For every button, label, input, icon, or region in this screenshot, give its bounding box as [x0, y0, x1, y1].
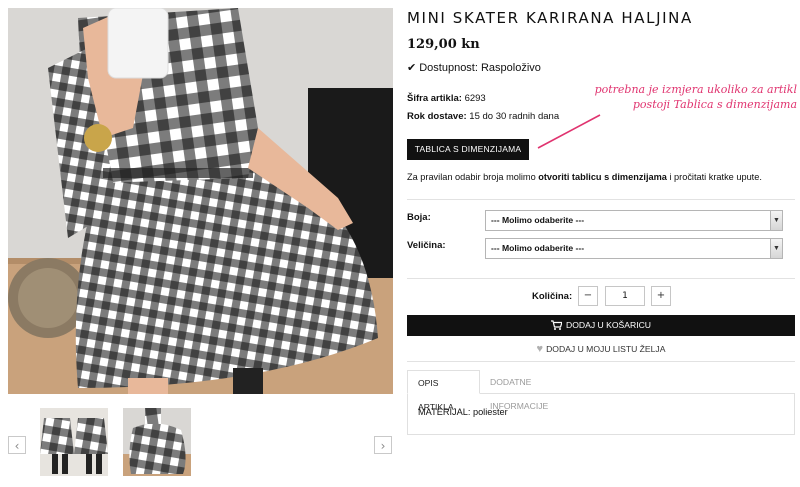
product-info: MINI SKATER KARIRANA HALJINA 129,00 kn ✔… — [407, 0, 797, 487]
sku: Šifra artikla: 6293 — [407, 93, 486, 104]
size-select-value: --- Molimo odaberite --- — [491, 243, 585, 253]
add-to-cart-button[interactable]: DODAJ U KOŠARICU — [407, 315, 795, 336]
wishlist-link[interactable]: ♥ DODAJ U MOJU LISTU ŽELJA — [407, 343, 795, 355]
annotation-note: potrebna je izmjera ukoliko za artikl po… — [547, 82, 797, 112]
chevron-left-icon[interactable]: ‹ — [8, 436, 26, 454]
divider — [407, 278, 795, 279]
size-instructions: Za pravilan odabir broja molimo otvoriti… — [407, 172, 795, 182]
wishlist-label: DODAJ U MOJU LISTU ŽELJA — [546, 344, 666, 354]
chevron-down-icon: ▼ — [770, 239, 782, 258]
cart-icon — [551, 320, 563, 330]
annotation-line-1: potrebna je izmjera ukoliko za artikl — [594, 83, 797, 96]
tab-description[interactable]: OPIS ARTIKLA — [407, 370, 480, 412]
chevron-right-icon[interactable]: › — [374, 436, 392, 454]
annotation-line-2: postoji Tablica s dimenzijama — [632, 98, 797, 111]
availability: ✔ Dostupnost: Raspoloživo — [407, 61, 541, 74]
product-tabs: OPIS ARTIKLA DODATNE INFORMACIJE MATERIJ… — [407, 370, 795, 436]
annotation-arrow — [537, 114, 601, 149]
size-table-button[interactable]: TABLICA S DIMENZIJAMA — [407, 139, 529, 160]
chevron-down-icon: ▼ — [770, 211, 782, 230]
quantity-label: Količina: — [532, 291, 573, 302]
product-price: 129,00 kn — [407, 37, 480, 52]
instructions-text-end: i pročitati kratke upute. — [666, 172, 762, 182]
main-product-image[interactable] — [8, 8, 393, 394]
divider — [407, 199, 795, 200]
sku-value: 6293 — [464, 93, 486, 104]
divider — [407, 361, 795, 362]
sku-label: Šifra artikla: — [407, 93, 462, 104]
tab-panel: MATERIJAL: poliester — [407, 393, 795, 435]
size-label: Veličina: — [407, 240, 446, 251]
tab-additional-info[interactable]: DODATNE INFORMACIJE — [480, 370, 590, 411]
check-icon: ✔ — [407, 62, 417, 74]
quantity-decrease-button[interactable]: − — [578, 286, 598, 306]
size-select[interactable]: --- Molimo odaberite --- ▼ — [485, 238, 783, 259]
color-label: Boja: — [407, 212, 431, 223]
color-select-value: --- Molimo odaberite --- — [491, 215, 585, 225]
delivery-label: Rok dostave: — [407, 111, 467, 122]
instructions-text: Za pravilan odabir broja molimo — [407, 172, 539, 182]
heart-icon: ♥ — [536, 343, 544, 355]
product-title: MINI SKATER KARIRANA HALJINA — [407, 9, 693, 27]
thumbnail-strip: ‹ › — [0, 400, 400, 487]
quantity-increase-button[interactable]: + — [651, 286, 671, 306]
instructions-link[interactable]: otvoriti tablicu s dimenzijama — [538, 172, 667, 182]
quantity-input[interactable]: 1 — [605, 286, 645, 306]
thumbnail-2[interactable] — [123, 408, 191, 476]
availability-text: Dostupnost: Raspoloživo — [419, 62, 541, 74]
thumbnail-1[interactable] — [40, 408, 108, 476]
color-select[interactable]: --- Molimo odaberite --- ▼ — [485, 210, 783, 231]
add-to-cart-label: DODAJ U KOŠARICU — [566, 320, 651, 330]
